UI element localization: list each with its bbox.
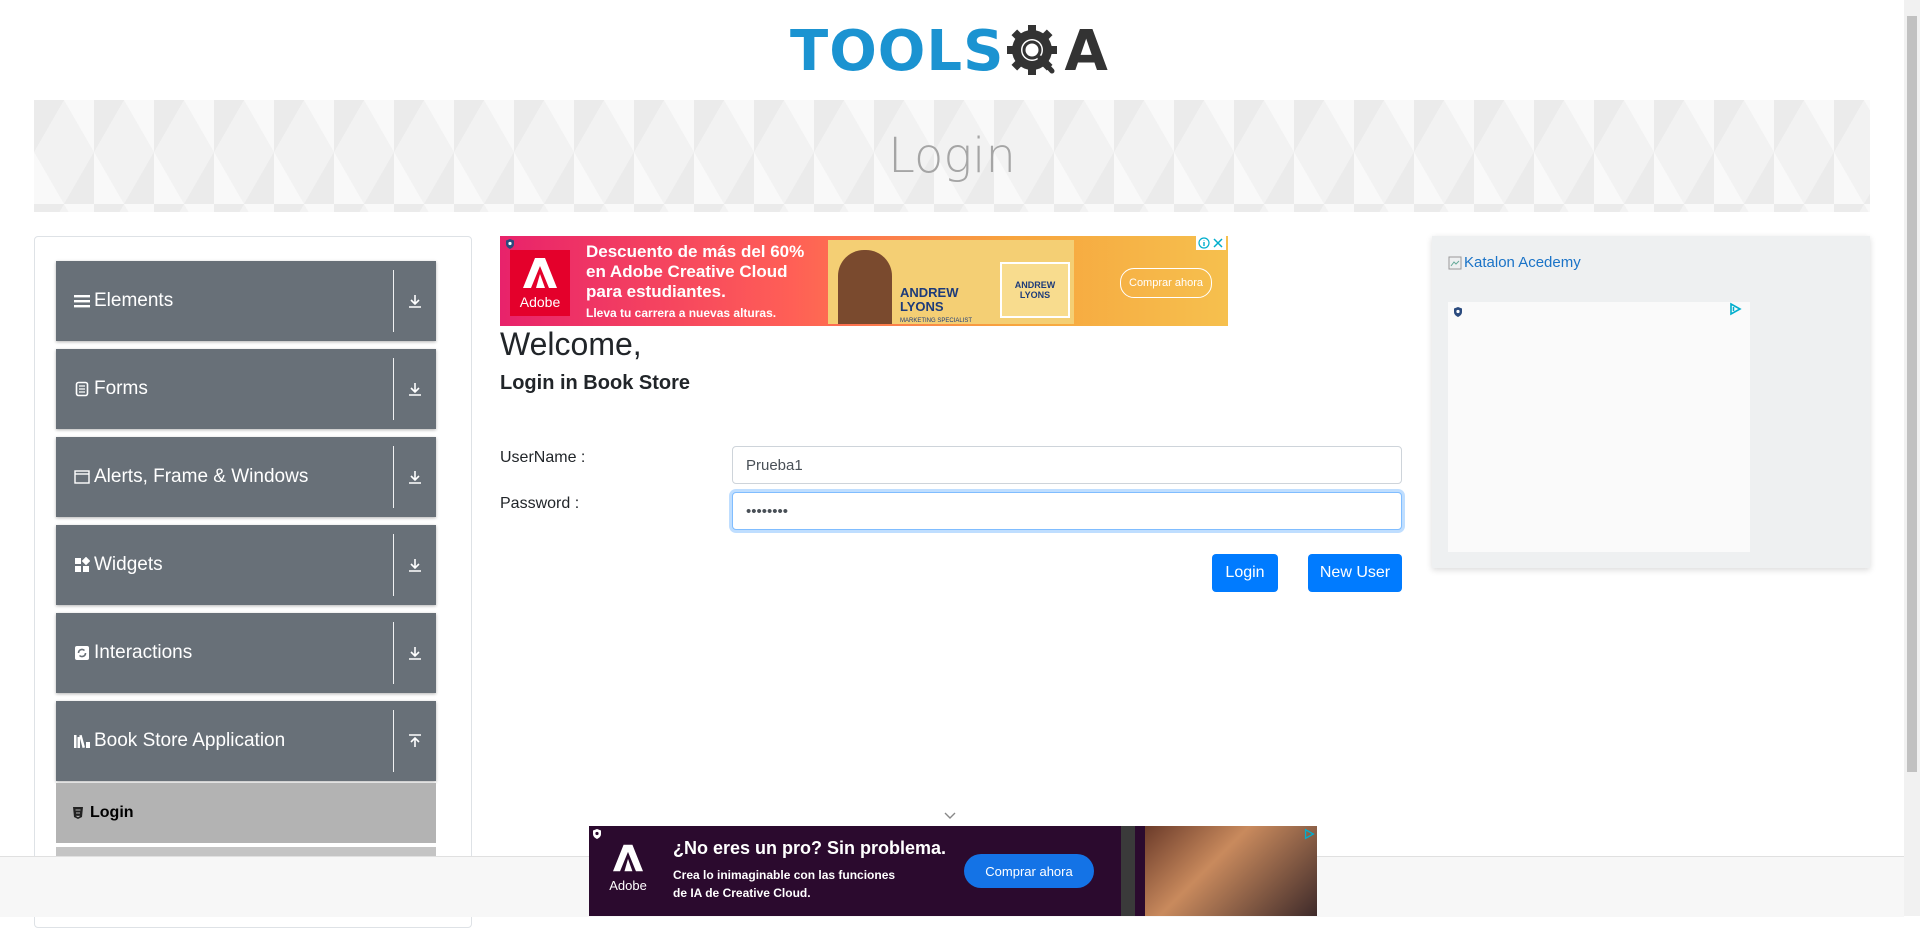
ad-shield-icon [593, 829, 601, 839]
scrollbar-thumb[interactable] [1907, 16, 1917, 772]
sidebar-group-forms[interactable]: Forms [56, 349, 436, 429]
ad-name: ANDREW LYONS MARKETING SPECIALIST [900, 286, 972, 326]
sidebar-group-book-store-application[interactable]: Book Store Application [56, 701, 436, 781]
login-button[interactable]: Login [1212, 554, 1278, 592]
sidebar-group-label: Interactions [94, 642, 193, 663]
adobe-logo: Adobe [510, 250, 570, 316]
close-icon[interactable] [1212, 237, 1224, 249]
ad-body: Crea lo inimaginable con las funciones d… [673, 866, 895, 902]
sidebar-group-label: Forms [94, 378, 148, 399]
divider [393, 446, 394, 508]
collapse-up-icon[interactable] [394, 701, 436, 781]
html-icon [72, 806, 84, 820]
ad-name-last: LYONS [900, 299, 944, 314]
chevron-down-icon[interactable] [942, 808, 958, 824]
sidebar-item-login[interactable]: Login [56, 783, 436, 843]
document-icon [72, 379, 92, 399]
ad-body-line-2: de IA de Creative Cloud. [673, 886, 811, 900]
sidebar-group-label: Elements [94, 290, 174, 311]
expand-down-icon[interactable] [394, 613, 436, 693]
katalon-ad-text: Katalon Acedemy [1464, 254, 1581, 271]
adobe-a-icon [523, 258, 557, 288]
toolsqa-logo[interactable]: TOOLS A [790, 14, 1109, 90]
gear-magnifier-icon [1007, 25, 1058, 75]
hamburger-icon [72, 291, 92, 311]
password-input[interactable] [732, 492, 1402, 530]
logo-tools-text: TOOLS [790, 19, 1005, 84]
ad-frame[interactable] [1448, 302, 1750, 552]
expand-down-icon[interactable] [394, 437, 436, 517]
sidebar-group-elements[interactable]: Elements [56, 261, 436, 341]
sidebar-group-interactions[interactable]: Interactions [56, 613, 436, 693]
ad-role: MARKETING SPECIALIST [900, 318, 973, 324]
adchoices-icon[interactable] [1728, 302, 1742, 316]
refresh-icon [72, 643, 92, 663]
window-icon [72, 467, 92, 487]
ad-line-3: para estudiantes. [586, 282, 726, 301]
expand-down-icon[interactable] [394, 349, 436, 429]
ad-sidebar-right: Katalon Acedemy [1432, 236, 1870, 568]
sidebar-group-label: Alerts, Frame & Windows [94, 466, 309, 487]
adchoices-icon[interactable] [1303, 828, 1315, 840]
page-banner: Login [34, 100, 1870, 212]
logo-qa-text: A [1064, 19, 1109, 84]
info-icon[interactable] [1198, 237, 1210, 249]
ad-tool-strip [1121, 826, 1135, 916]
divider [393, 534, 394, 596]
divider [393, 270, 394, 332]
ad-banner-bottom[interactable]: Adobe ¿No eres un pro? Sin problema. Cre… [589, 826, 1317, 916]
ad-name-card: ANDREW LYONS [1000, 262, 1070, 318]
broken-image-icon [1448, 256, 1462, 269]
adobe-label: Adobe [609, 878, 647, 893]
ad-image-panel: ANDREW LYONS MARKETING SPECIALIST ANDREW… [828, 240, 1074, 324]
expand-down-icon[interactable] [394, 261, 436, 341]
username-label: UserName : [500, 449, 586, 466]
ad-shield-icon [1454, 307, 1462, 317]
ad-headline: ¿No eres un pro? Sin problema. [673, 838, 947, 858]
sidebar-accordion: Elements Forms Alerts, Frame & Windows W… [34, 236, 472, 928]
ad-line-2: en Adobe Creative Cloud [586, 262, 788, 281]
ad-headline: Descuento de más del 60% en Adobe Creati… [586, 242, 804, 302]
divider [393, 358, 394, 420]
divider [393, 622, 394, 684]
sidebar-item-label: Login [90, 804, 134, 821]
adobe-logo: Adobe [603, 838, 653, 904]
ad-cta-button[interactable]: Comprar ahora [964, 854, 1094, 888]
sidebar-group-alerts-frame-windows[interactable]: Alerts, Frame & Windows [56, 437, 436, 517]
ad-body-line-1: Crea lo inimaginable con las funciones [673, 868, 896, 882]
ad-banner-top[interactable]: Adobe Descuento de más del 60% en Adobe … [500, 236, 1228, 326]
adobe-label: Adobe [519, 294, 561, 310]
username-input[interactable] [732, 446, 1402, 484]
welcome-heading: Welcome, [500, 326, 642, 362]
widgets-icon [72, 555, 92, 575]
ad-portrait-image [1145, 826, 1317, 916]
ad-subline: Lleva tu carrera a nuevas alturas. [586, 306, 777, 320]
expand-down-icon[interactable] [394, 525, 436, 605]
sidebar-group-label: Widgets [94, 554, 163, 575]
new-user-button[interactable]: New User [1308, 554, 1402, 592]
adobe-a-icon [613, 844, 643, 872]
ad-shield-icon [506, 239, 514, 249]
sidebar-group-widgets[interactable]: Widgets [56, 525, 436, 605]
ad-line-1: Descuento de más del 60% [586, 242, 805, 261]
sidebar-group-label: Book Store Application [94, 730, 286, 751]
ad-person-image [838, 250, 892, 324]
login-subtitle: Login in Book Store [500, 372, 690, 394]
page-title: Login [888, 128, 1016, 184]
vertical-scrollbar[interactable] [1904, 0, 1920, 916]
ad-controls [1196, 236, 1226, 250]
ad-name-first: ANDREW [900, 285, 959, 300]
ad-cta-button[interactable]: Comprar ahora [1120, 268, 1212, 298]
katalon-ad-link[interactable]: Katalon Acedemy [1448, 254, 1581, 271]
password-label: Password : [500, 495, 580, 512]
books-icon [72, 731, 92, 751]
divider [393, 710, 394, 772]
